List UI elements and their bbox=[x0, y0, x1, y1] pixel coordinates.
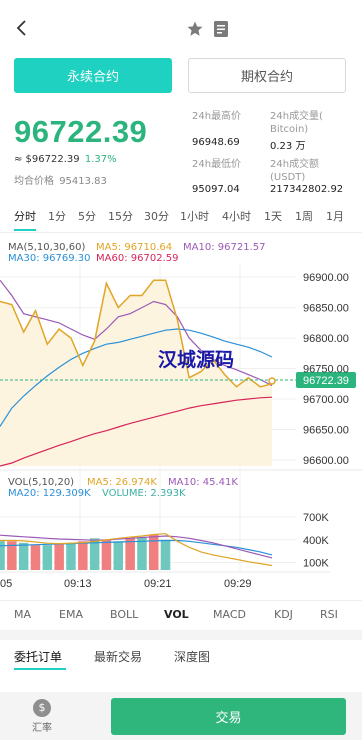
section-gap bbox=[0, 630, 362, 640]
period-5m[interactable]: 5分 bbox=[78, 208, 96, 224]
indicator-vol[interactable]: VOL bbox=[164, 608, 189, 621]
period-1w[interactable]: 1周 bbox=[295, 208, 313, 224]
exchange-rate-label: 汇率 bbox=[32, 723, 52, 734]
divider bbox=[0, 600, 362, 601]
high-24h-value: 96948.69 bbox=[192, 137, 240, 148]
volume-bar bbox=[101, 539, 112, 570]
volume-axis-label: 100K bbox=[303, 557, 329, 569]
exchange-rate-button[interactable]: $ 汇率 bbox=[24, 696, 60, 736]
volume-bar bbox=[30, 545, 41, 570]
volume-bar bbox=[113, 541, 123, 570]
volume-bar bbox=[66, 542, 76, 570]
trade-button[interactable]: 交易 bbox=[111, 698, 346, 735]
time-axis-label: 09:13 bbox=[64, 578, 92, 590]
period-1mo[interactable]: 1月 bbox=[326, 208, 344, 224]
volume-bar bbox=[160, 539, 171, 570]
star-icon[interactable] bbox=[186, 20, 204, 38]
price-axis-label: 96800.00 bbox=[303, 333, 349, 345]
change-percent: 1.37% bbox=[84, 154, 117, 165]
volume-bar bbox=[78, 541, 88, 570]
volume-bar bbox=[137, 537, 147, 570]
time-axis-label: 05 bbox=[0, 578, 12, 590]
volume-24h-value: 0.23 万 bbox=[270, 141, 306, 152]
indicator-tabs: MA EMA BOLL VOL MACD KDJ RSI bbox=[0, 604, 362, 628]
price-axis-label: 96700.00 bbox=[303, 394, 349, 406]
indicator-kdj[interactable]: KDJ bbox=[274, 608, 293, 621]
price-axis-label: 96900.00 bbox=[303, 272, 349, 284]
volume-bar bbox=[149, 534, 159, 570]
volume-bar bbox=[0, 540, 5, 570]
volume-24h-label-line1: 24h成交量( bbox=[270, 111, 323, 122]
period-4h[interactable]: 4小时 bbox=[222, 208, 251, 224]
tab-depth-chart[interactable]: 深度图 bbox=[174, 648, 210, 665]
vol-ma20-legend: MA20: 129.309K bbox=[8, 488, 91, 499]
approx-price: ≈ $96722.39 bbox=[14, 154, 80, 165]
average-price-value: 95413.83 bbox=[59, 176, 107, 187]
volume-axis-label: 700K bbox=[303, 512, 329, 524]
period-selector: 分时 1分 5分 15分 30分 1小时 4小时 1天 1周 1月 bbox=[0, 208, 362, 232]
tab-perpetual-contract[interactable]: 永续合约 bbox=[14, 58, 172, 93]
volume-24h-label: 24h成交量( Bitcoin) bbox=[270, 110, 323, 136]
average-price-row: 均合价格 95413.83 bbox=[14, 172, 107, 187]
dollar-icon: $ bbox=[33, 699, 51, 717]
period-1m[interactable]: 1分 bbox=[48, 208, 66, 224]
volume-bar bbox=[18, 542, 29, 570]
volume-bar bbox=[54, 543, 64, 570]
volume-axis-label: 400K bbox=[303, 535, 329, 547]
ma60-legend: MA60: 96702.59 bbox=[96, 253, 179, 264]
turnover-24h-label-line1: 24h成交额 bbox=[270, 159, 320, 170]
back-icon[interactable] bbox=[12, 18, 32, 38]
volume-24h-label-line2: Bitcoin) bbox=[270, 124, 309, 135]
period-timeshare[interactable]: 分时 bbox=[14, 208, 36, 224]
turnover-24h-label: 24h成交额 (USDT) bbox=[270, 158, 319, 184]
time-axis-label: 09:21 bbox=[144, 578, 172, 590]
kline-chart[interactable]: 96722.39 96900.00 96850.00 96800.00 96750.0… bbox=[0, 232, 362, 600]
current-price-tag: 96722.39 bbox=[303, 375, 349, 387]
indicator-rsi[interactable]: RSI bbox=[320, 608, 338, 621]
last-price: 96722.39 bbox=[14, 114, 148, 149]
document-icon[interactable] bbox=[214, 21, 228, 37]
top-bar bbox=[0, 0, 362, 56]
indicator-ma[interactable]: MA bbox=[14, 608, 31, 621]
volume-legend: VOLUME: 2.393K bbox=[102, 488, 186, 499]
price-axis-label: 96750.00 bbox=[303, 364, 349, 376]
period-30m[interactable]: 30分 bbox=[144, 208, 169, 224]
period-1d[interactable]: 1天 bbox=[264, 208, 282, 224]
volume-bar bbox=[125, 538, 135, 570]
price-axis-label: 96600.00 bbox=[303, 455, 349, 467]
price-axis-label: 96850.00 bbox=[303, 303, 349, 315]
tab-options-contract[interactable]: 期权合约 bbox=[188, 58, 346, 93]
order-tab-active-indicator bbox=[14, 668, 66, 670]
last-point-marker bbox=[268, 377, 276, 385]
period-active-indicator bbox=[14, 229, 36, 231]
volume-bar bbox=[42, 545, 53, 570]
turnover-24h-value: 217342802.92 bbox=[270, 184, 344, 195]
approx-price-row: ≈ $96722.39 1.37% bbox=[14, 154, 117, 165]
low-24h-value: 95097.04 bbox=[192, 184, 240, 195]
tab-open-orders[interactable]: 委托订单 bbox=[14, 648, 62, 665]
ma30-legend: MA30: 96769.30 bbox=[8, 253, 91, 264]
period-15m[interactable]: 15分 bbox=[108, 208, 133, 224]
high-24h-label: 24h最高价 bbox=[192, 111, 242, 122]
turnover-24h-label-line2: (USDT) bbox=[270, 172, 306, 183]
tab-latest-trades[interactable]: 最新交易 bbox=[94, 648, 142, 665]
time-axis-label: 09:29 bbox=[224, 578, 252, 590]
watermark: 汉城源码 bbox=[158, 348, 234, 371]
period-1h[interactable]: 1小时 bbox=[180, 208, 209, 224]
ma10-legend: MA10: 96721.57 bbox=[183, 242, 266, 253]
low-24h-label: 24h最低价 bbox=[192, 159, 242, 170]
indicator-boll[interactable]: BOLL bbox=[110, 608, 138, 621]
price-axis-label: 96650.00 bbox=[303, 424, 349, 436]
indicator-macd[interactable]: MACD bbox=[213, 608, 246, 621]
indicator-ema[interactable]: EMA bbox=[59, 608, 83, 621]
average-price-label: 均合价格 bbox=[14, 176, 54, 187]
